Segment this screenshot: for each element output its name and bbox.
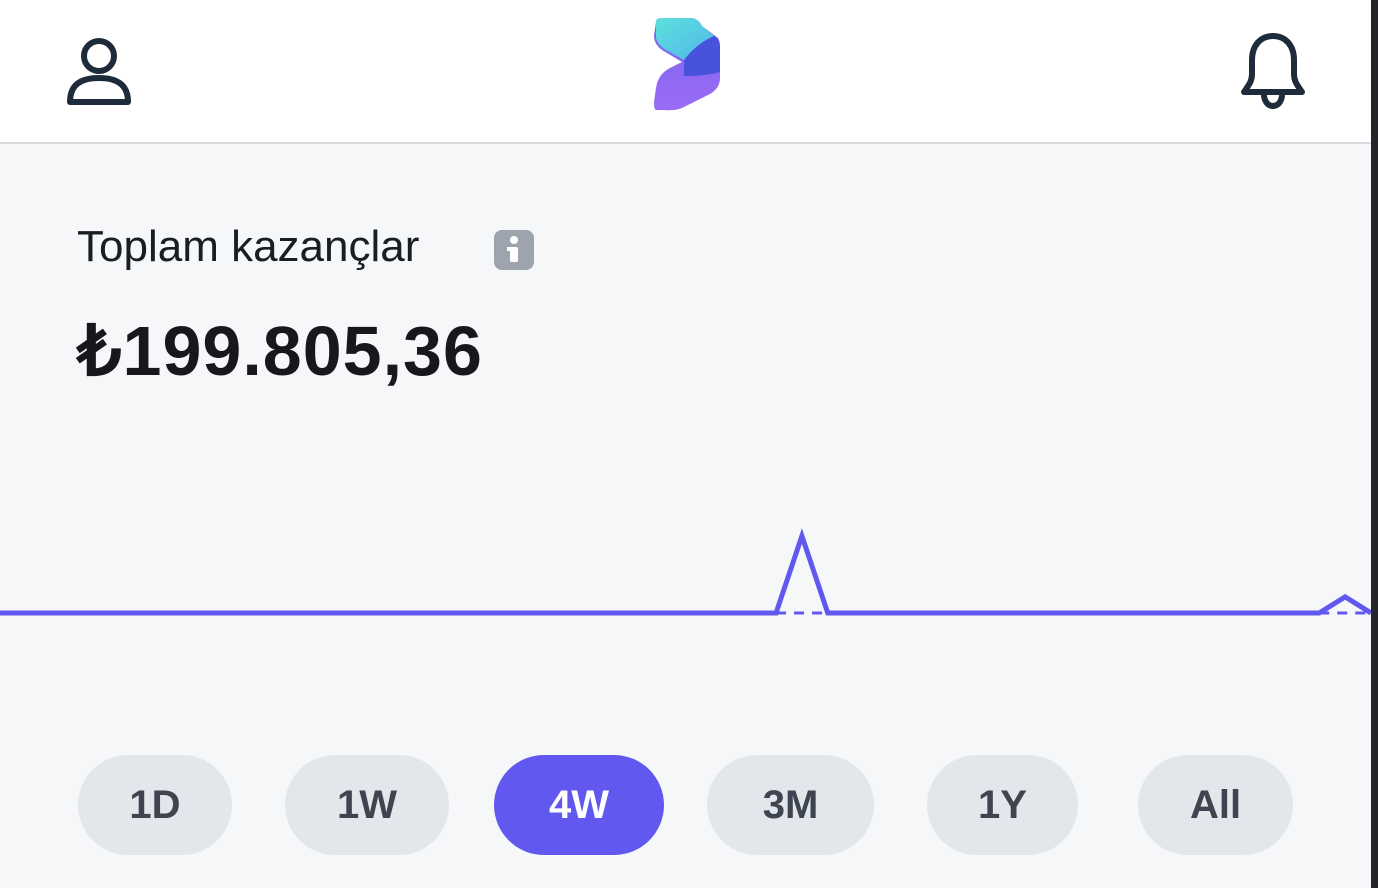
- total-earnings-label: Toplam kazançlar: [77, 222, 420, 271]
- window-edge: [1371, 0, 1378, 888]
- app-screen: Toplam kazançlar ₺199.805,36 1D 1W 4W 3M 1Y A…: [0, 0, 1371, 888]
- range-option-1w[interactable]: 1W: [285, 755, 449, 855]
- total-earnings-amount: ₺199.805,36: [77, 312, 483, 390]
- app-logo: [654, 18, 720, 111]
- chart-series-line: [0, 528, 1371, 616]
- earnings-chart: [0, 528, 1371, 616]
- info-icon[interactable]: [494, 230, 534, 270]
- chart-plot: [0, 528, 1371, 616]
- user-icon[interactable]: [62, 34, 136, 110]
- range-option-1d[interactable]: 1D: [78, 755, 232, 855]
- range-option-3m[interactable]: 3M: [707, 755, 874, 855]
- range-option-all[interactable]: All: [1138, 755, 1293, 855]
- range-option-1y[interactable]: 1Y: [927, 755, 1078, 855]
- time-range-selector: 1D 1W 4W 3M 1Y All: [0, 755, 1371, 855]
- range-option-4w[interactable]: 4W: [494, 755, 664, 855]
- bell-icon[interactable]: [1236, 30, 1310, 110]
- top-bar: [0, 0, 1371, 144]
